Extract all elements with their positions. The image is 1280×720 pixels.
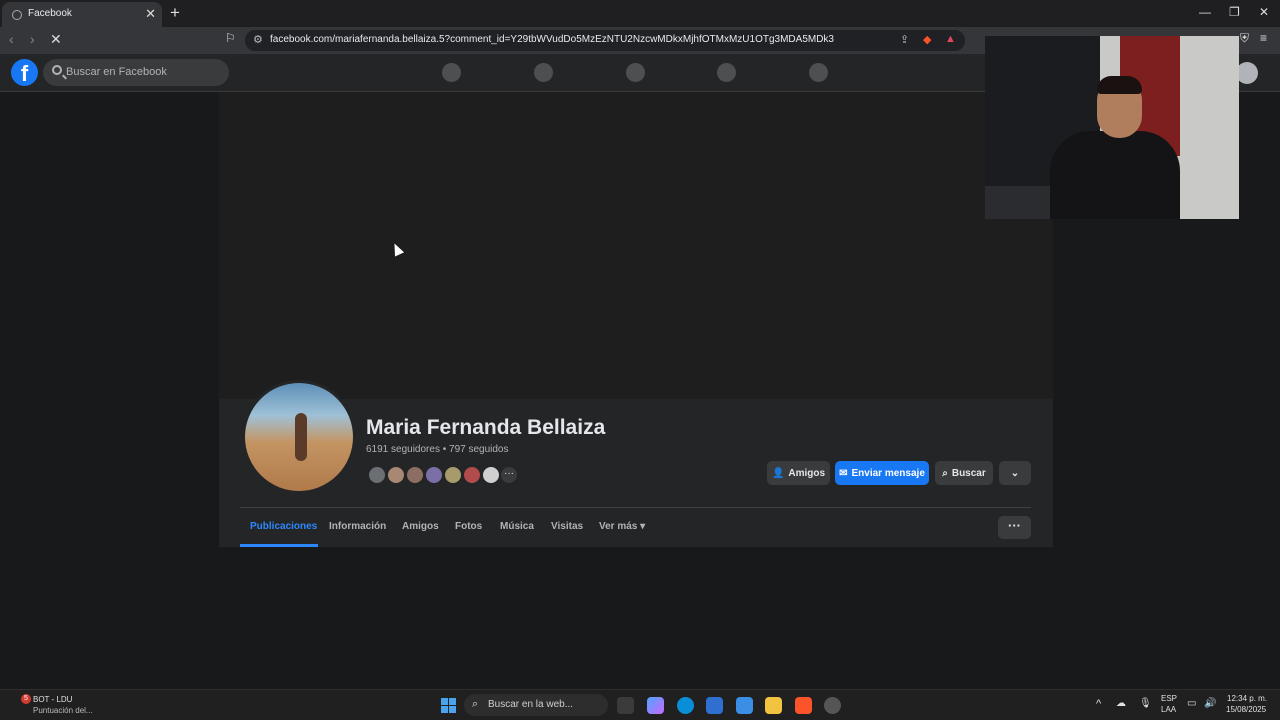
facebook-logo-icon[interactable]: f	[11, 59, 38, 86]
menu-icon[interactable]: ≡	[1260, 31, 1267, 45]
friend-avatar[interactable]	[424, 465, 444, 485]
new-tab-button[interactable]: +	[170, 3, 180, 23]
profile-avatar[interactable]	[242, 380, 356, 494]
notification-badge: 5	[21, 694, 31, 704]
person-icon: 👤	[771, 467, 785, 479]
close-window-button[interactable]: ✕	[1259, 5, 1269, 19]
widget-subtitle: Puntuación del...	[33, 706, 93, 715]
nav-groups-icon[interactable]	[717, 63, 736, 82]
microphone-icon[interactable]: 🎙	[1139, 698, 1152, 709]
profile-search-label: Buscar	[951, 467, 986, 479]
tabs-more-button[interactable]: ···	[998, 516, 1031, 539]
tab-publicaciones[interactable]: Publicaciones	[250, 521, 317, 532]
tab-visitas[interactable]: Visitas	[551, 521, 583, 532]
clock-time[interactable]: 12:34 p. m.	[1227, 694, 1267, 703]
profile-name: Maria Fernanda Bellaiza	[366, 416, 606, 439]
nav-home-icon[interactable]	[442, 63, 461, 82]
keyboard-layout[interactable]: LAA	[1161, 705, 1176, 714]
friend-avatar[interactable]	[481, 465, 501, 485]
forward-icon[interactable]: ›	[30, 31, 35, 47]
search-icon: ⌕	[472, 698, 479, 710]
nav-gaming-icon[interactable]	[809, 63, 828, 82]
caret-down-icon: ▾	[640, 521, 646, 532]
tab-musica[interactable]: Música	[500, 521, 534, 532]
bookmark-icon[interactable]: ⚐	[225, 31, 236, 45]
search-icon: ⌕	[942, 467, 948, 479]
webcam-person-body	[1050, 131, 1180, 219]
taskbar-search-placeholder: Buscar en la web...	[488, 699, 574, 710]
friends-button-label: Amigos	[788, 467, 826, 479]
address-bar[interactable]: ⚙ facebook.com/mariafernanda.bellaiza.5?…	[245, 30, 965, 51]
task-view-icon[interactable]	[617, 697, 634, 714]
taskbar: 5 BOT - LDU Puntuación del... ⌕ Buscar e…	[0, 689, 1280, 720]
active-tab-indicator	[240, 544, 318, 547]
nav-marketplace-icon[interactable]	[626, 63, 645, 82]
brave-icon[interactable]	[795, 697, 812, 714]
friend-avatar[interactable]	[367, 465, 387, 485]
taskbar-search[interactable]: ⌕ Buscar en la web...	[464, 694, 608, 716]
account-avatar[interactable]	[1236, 62, 1258, 84]
send-message-button[interactable]: ✉ Enviar mensaje	[835, 461, 929, 485]
app-icon[interactable]	[824, 697, 841, 714]
cover-photo[interactable]	[219, 92, 1053, 399]
clock-date[interactable]: 15/08/2025	[1226, 705, 1266, 714]
share-icon[interactable]: ⇪	[900, 33, 909, 46]
back-icon[interactable]: ‹	[9, 31, 14, 47]
browser-tab[interactable]: Facebook ✕	[2, 2, 162, 27]
friend-avatar[interactable]	[443, 465, 463, 485]
edge-icon[interactable]	[677, 697, 694, 714]
friend-avatar[interactable]	[462, 465, 482, 485]
url-text: facebook.com/mariafernanda.bellaiza.5?co…	[270, 34, 834, 45]
nav-video-icon[interactable]	[534, 63, 553, 82]
volume-icon[interactable]: 🔊	[1204, 698, 1216, 709]
follower-count[interactable]: 6191 seguidores • 797 seguidos	[366, 444, 509, 455]
avatar-figure	[295, 413, 307, 461]
more-options-dropdown[interactable]: ⌄	[999, 461, 1031, 485]
store-icon[interactable]	[706, 697, 723, 714]
tab-fotos[interactable]: Fotos	[455, 521, 482, 532]
site-info-icon[interactable]: ⚙	[253, 33, 263, 46]
tab-ver-mas-label: Ver más	[599, 521, 638, 532]
divider	[240, 507, 1031, 508]
globe-icon	[12, 10, 22, 20]
facebook-search-input[interactable]	[66, 63, 216, 81]
windows-start-icon[interactable]	[441, 698, 456, 713]
stop-loading-icon[interactable]: ✕	[50, 31, 62, 48]
tab-informacion[interactable]: Información	[329, 521, 386, 532]
profile-search-button[interactable]: ⌕ Buscar	[935, 461, 993, 485]
snipping-icon[interactable]	[736, 697, 753, 714]
messenger-icon: ✉	[839, 467, 848, 479]
facebook-search[interactable]	[43, 59, 229, 86]
vpn-icon[interactable]: ⛨	[1240, 31, 1249, 46]
more-friends-icon[interactable]: ···	[499, 465, 519, 485]
widget-title: BOT - LDU	[33, 695, 73, 704]
copilot-icon[interactable]	[647, 697, 664, 714]
webcam-overlay	[985, 36, 1239, 219]
brave-rewards-icon[interactable]: ▲	[945, 33, 956, 45]
close-tab-icon[interactable]: ✕	[145, 6, 156, 22]
brave-shield-icon[interactable]: ◆	[923, 33, 931, 46]
browser-tab-title: Facebook	[28, 8, 72, 19]
tab-ver-mas[interactable]: Ver más ▾	[599, 521, 645, 532]
friends-button[interactable]: 👤 Amigos	[767, 461, 830, 485]
browser-tab-strip: Facebook ✕ + — ❐ ✕	[0, 0, 1280, 27]
send-message-label: Enviar mensaje	[851, 467, 925, 479]
chevron-up-icon[interactable]: ^	[1096, 698, 1101, 710]
friend-avatar[interactable]	[386, 465, 406, 485]
language-code[interactable]: ESP	[1161, 694, 1177, 703]
chevron-down-icon: ⌄	[1010, 467, 1020, 479]
friend-avatar[interactable]	[405, 465, 425, 485]
network-icon[interactable]: ▭	[1187, 698, 1196, 709]
tab-amigos[interactable]: Amigos	[402, 521, 439, 532]
file-explorer-icon[interactable]	[765, 697, 782, 714]
cloud-icon[interactable]: ☁	[1116, 698, 1126, 709]
search-icon	[52, 65, 62, 75]
minimize-window-button[interactable]: —	[1199, 5, 1211, 19]
webcam-person-hair	[1097, 76, 1142, 94]
restore-window-button[interactable]: ❐	[1229, 5, 1240, 19]
